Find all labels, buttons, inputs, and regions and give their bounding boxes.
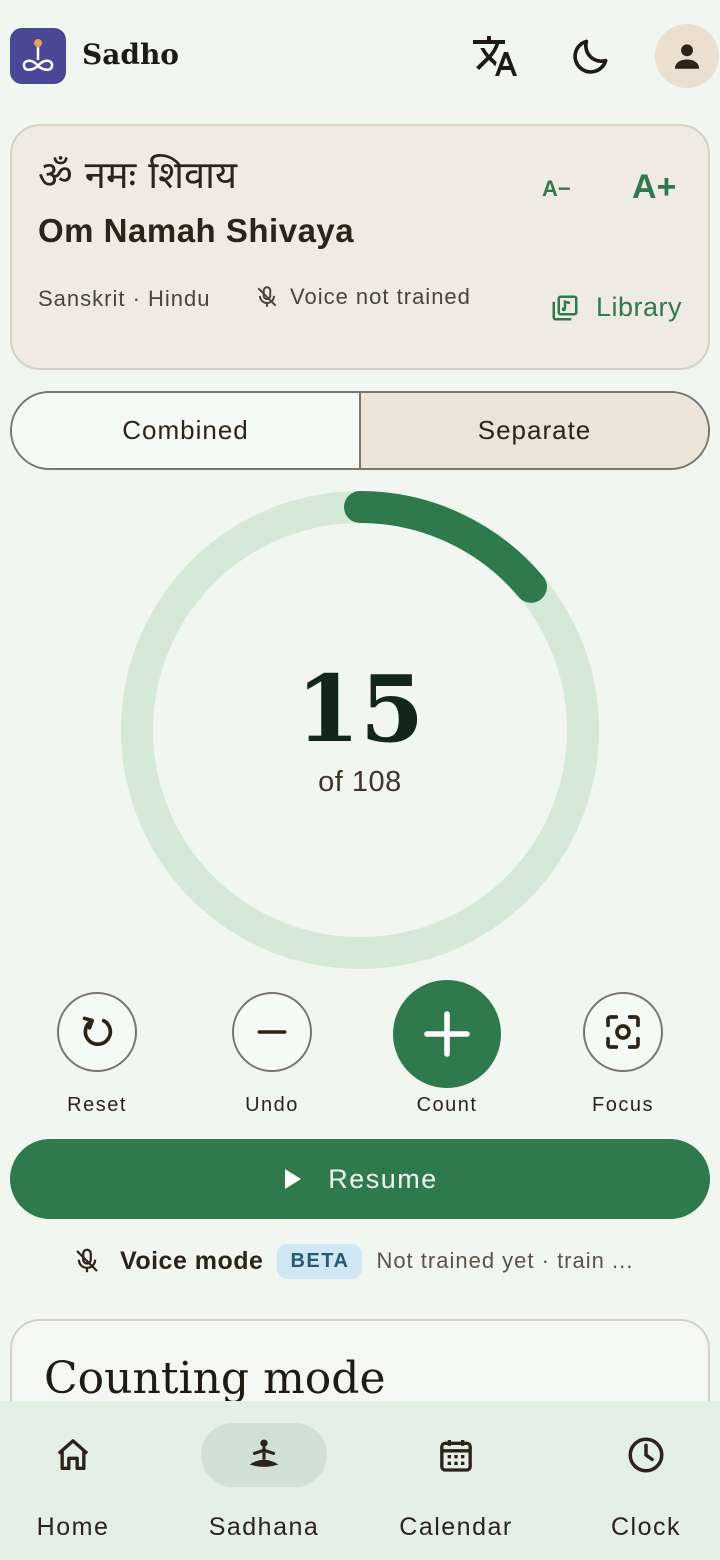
home-icon	[57, 1439, 89, 1470]
font-increase-button[interactable]: A+	[632, 168, 676, 207]
reset-button[interactable]	[57, 992, 137, 1072]
undo-label: Undo	[245, 1094, 299, 1116]
count-label: Count	[416, 1094, 478, 1116]
count-action: Count	[387, 980, 507, 1117]
count-total: of 108	[318, 766, 402, 798]
voice-status-label: Voice not trained	[290, 284, 471, 309]
person-icon	[674, 44, 700, 69]
app-logo	[10, 28, 66, 84]
minus-icon	[257, 1030, 287, 1034]
app-title: Sadho	[82, 38, 179, 71]
dark-mode-toggle[interactable]	[559, 24, 623, 88]
translate-button[interactable]	[463, 24, 527, 88]
undo-button[interactable]	[232, 992, 312, 1072]
beta-badge: BETA	[277, 1243, 363, 1279]
nav-label-clock: Clock	[610, 1513, 681, 1541]
voice-mode-status[interactable]: Not trained yet · train ...	[376, 1248, 633, 1274]
library-icon	[552, 295, 578, 320]
counting-mode-title: Counting mode	[44, 1353, 386, 1404]
nav-pill-calendar	[393, 1423, 519, 1487]
nav-label-calendar: Calendar	[399, 1513, 513, 1541]
reset-icon	[82, 1016, 113, 1047]
mic-off-icon	[76, 1248, 98, 1273]
lotus-figure-icon	[22, 39, 54, 71]
focus-button[interactable]	[583, 992, 663, 1072]
separate-option[interactable]: Separate	[361, 393, 708, 468]
clock-icon	[628, 1437, 664, 1473]
library-link[interactable]: Library	[550, 292, 682, 323]
mantra-title: Om Namah Shivaya	[38, 212, 355, 249]
focus-action: Focus	[563, 992, 683, 1117]
account-button[interactable]	[655, 24, 719, 88]
moon-icon	[573, 39, 608, 74]
nav-item-clock[interactable]: Clock	[556, 1423, 720, 1542]
app-header: Sadho	[0, 0, 720, 112]
count-button[interactable]	[393, 980, 501, 1088]
nav-pill-home	[10, 1423, 136, 1487]
plus-icon	[424, 1011, 470, 1057]
focus-label: Focus	[592, 1094, 654, 1116]
font-decrease-button[interactable]: A−	[542, 176, 571, 202]
nav-label-sadhana: Sadhana	[208, 1513, 320, 1541]
nav-label-home: Home	[36, 1513, 110, 1541]
nav-item-calendar[interactable]: Calendar	[366, 1423, 546, 1542]
undo-action: Undo	[212, 992, 332, 1117]
resume-button[interactable]: Resume	[10, 1139, 710, 1219]
mic-off-icon	[257, 286, 277, 307]
voice-mode-label: Voice mode	[120, 1246, 264, 1275]
bottom-navigation: Home Sadhana Calendar Clock	[0, 1401, 720, 1560]
progress-ring[interactable]: 15 of 108	[120, 490, 600, 970]
reset-action: Reset	[37, 992, 157, 1117]
count-mode-toggle: Combined Separate	[10, 391, 710, 470]
resume-label: Resume	[328, 1163, 438, 1194]
calendar-icon	[440, 1440, 472, 1472]
count-value: 15	[295, 655, 425, 763]
combined-option[interactable]: Combined	[12, 393, 361, 468]
reset-label: Reset	[67, 1094, 127, 1116]
play-icon	[285, 1169, 302, 1189]
voice-status: Voice not trained	[254, 284, 471, 310]
nav-item-sadhana[interactable]: Sadhana	[174, 1423, 354, 1542]
nav-pill-clock	[583, 1423, 709, 1487]
mantra-card[interactable]: ॐ नमः शिवाय Om Namah Shivaya A− A+ Sansk…	[10, 124, 710, 370]
focus-icon	[606, 1015, 640, 1049]
mantra-devanagari: ॐ नमः शिवाय	[38, 153, 237, 197]
nav-item-home[interactable]: Home	[0, 1423, 163, 1542]
translate-icon	[473, 36, 517, 76]
meditation-icon	[249, 1439, 279, 1467]
nav-pill-sadhana	[201, 1423, 327, 1487]
voice-mode-row[interactable]: Voice mode BETA Not trained yet · train …	[72, 1239, 633, 1283]
mantra-meta: Sanskrit · Hindu	[38, 286, 211, 311]
library-label: Library	[596, 292, 683, 322]
